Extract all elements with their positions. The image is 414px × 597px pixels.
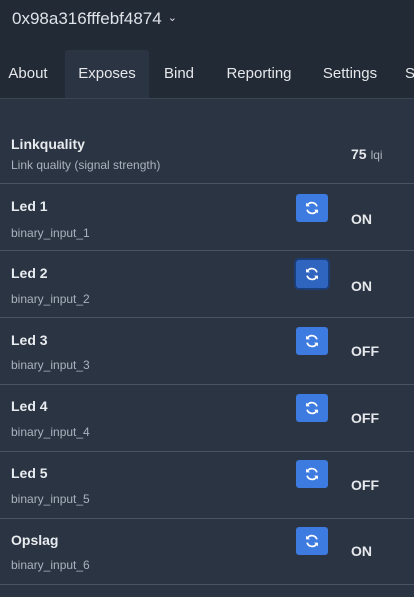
expose-row-led-5: Led 5 binary_input_5 OFF [0,452,414,519]
expose-state: ON [351,543,372,559]
expose-property: binary_input_2 [11,292,90,306]
expose-title: Led 2 [11,265,48,281]
refresh-button[interactable] [296,394,328,422]
refresh-button[interactable] [296,460,328,488]
expose-row-led-4: Led 4 binary_input_4 OFF [0,385,414,452]
refresh-icon [306,201,318,215]
linkquality-value: 75 lqi [351,146,383,162]
tab-reporting[interactable]: Reporting [218,50,300,98]
linkquality-unit: lqi [370,148,383,162]
device-id: 0x98a316fffebf4874 [12,9,162,28]
chevron-down-icon: ⌄ [167,12,177,24]
expose-row-led-2: Led 2 binary_input_2 ON [0,251,414,318]
expose-state: OFF [351,410,379,426]
refresh-icon [306,534,318,548]
linkquality-title: Linkquality [11,136,85,152]
refresh-button[interactable] [296,260,328,288]
expose-title: Led 3 [11,332,48,348]
refresh-icon [306,267,318,281]
top-bar: 0x98a316fffebf4874 ⌄ [0,0,414,44]
expose-property: binary_input_5 [11,492,90,506]
expose-title: Led 4 [11,398,48,414]
tab-bind[interactable]: Bind [155,50,203,98]
expose-row-opslag: Opslag binary_input_6 ON [0,519,414,585]
expose-state: OFF [351,343,379,359]
linkquality-description: Link quality (signal strength) [11,158,161,172]
expose-property: binary_input_4 [11,425,90,439]
refresh-button[interactable] [296,327,328,355]
expose-title: Opslag [11,532,59,548]
expose-row-led-1: Led 1 binary_input_1 ON [0,184,414,251]
expose-title: Led 5 [11,465,48,481]
refresh-icon [306,401,318,415]
tab-bar: About Exposes Bind Reporting Settings S [0,44,414,99]
tab-settings[interactable]: Settings [314,50,386,98]
tab-about[interactable]: About [0,50,56,98]
expose-property: binary_input_6 [11,558,90,572]
expose-row-led-3: Led 3 binary_input_3 OFF [0,318,414,385]
expose-state: OFF [351,477,379,493]
expose-property: binary_input_3 [11,358,90,372]
linkquality-row: Linkquality Link quality (signal strengt… [0,118,414,184]
refresh-button[interactable] [296,527,328,555]
expose-state: ON [351,278,372,294]
expose-property: binary_input_1 [11,226,90,240]
device-selector[interactable]: 0x98a316fffebf4874 ⌄ [12,9,177,29]
tab-exposes[interactable]: Exposes [65,50,149,98]
refresh-icon [306,467,318,481]
refresh-icon [306,334,318,348]
expose-title: Led 1 [11,198,48,214]
expose-state: ON [351,211,372,227]
refresh-button[interactable] [296,194,328,222]
tab-overflow[interactable]: S [400,50,414,98]
